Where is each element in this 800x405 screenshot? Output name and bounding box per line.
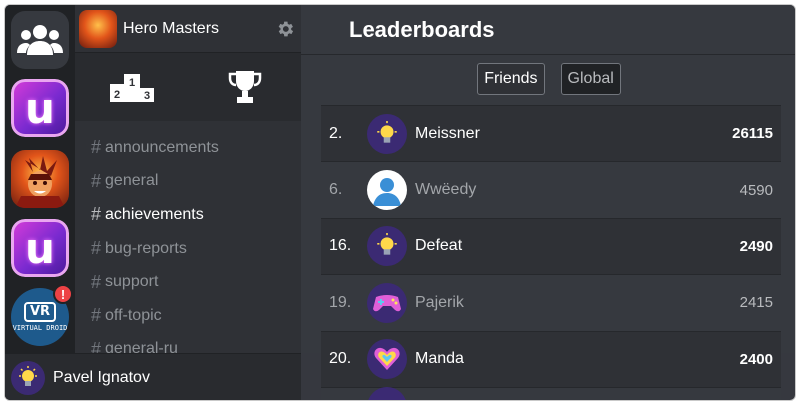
server-header[interactable]: Hero Masters (75, 5, 301, 53)
table-row[interactable]: 19. Pajerik 2415 (321, 274, 781, 331)
table-row[interactable]: 6. Wwëedy 4590 (321, 161, 781, 218)
hash-icon: # (91, 204, 102, 225)
hash-icon: # (91, 137, 102, 158)
scope-toggle: Friends Global (301, 63, 795, 97)
avatar (367, 282, 407, 323)
gamepad-icon (373, 294, 401, 312)
channel-label: off-topic (105, 306, 162, 324)
lightbulb-icon (377, 120, 397, 143)
vr-logo-text: VR (23, 302, 57, 322)
score: 4590 (739, 181, 773, 199)
channel-tabs: 1 2 3 (75, 53, 301, 121)
player-name: Pajerik (415, 293, 464, 311)
main-content: Leaderboards Friends Global 2. Meissner … (301, 5, 795, 400)
notification-badge: ! (53, 284, 73, 304)
hero-masters-logo (11, 150, 69, 208)
player-name: Wwëedy (415, 181, 477, 199)
rank: 19. (329, 293, 352, 311)
server-icon-u-app-2[interactable]: u (11, 219, 69, 277)
u-logo-letter: u (25, 83, 55, 133)
avatar (367, 339, 407, 380)
server-name: Hero Masters (123, 19, 220, 37)
svg-text:1: 1 (128, 77, 134, 89)
default-user-icon (373, 178, 401, 207)
svg-text:3: 3 (143, 90, 149, 102)
channel-item-bug-reports[interactable]: # bug-reports (75, 232, 301, 266)
avatar (11, 361, 45, 395)
channel-item-general[interactable]: # general (75, 165, 301, 199)
tab-trophy[interactable] (188, 53, 301, 121)
trophy-icon (228, 71, 261, 103)
avatar (367, 113, 407, 154)
channel-label: bug-reports (105, 239, 187, 257)
channel-item-achievements[interactable]: # achievements (75, 198, 301, 232)
hash-icon: # (91, 170, 102, 191)
podium-icon: 1 2 3 (109, 74, 154, 102)
channel-label: achievements (105, 205, 204, 223)
rank: 2. (329, 124, 343, 142)
server-avatar (79, 9, 117, 48)
gear-icon[interactable] (275, 19, 295, 39)
player-name: Meissner (415, 124, 480, 142)
channel-item-off-topic[interactable]: # off-topic (75, 299, 301, 333)
server-icon-virtual-droid[interactable]: VR VIRTUAL DROID ! (11, 284, 73, 346)
vr-logo-caption: VIRTUAL DROID (12, 324, 68, 332)
channel-item-announcements[interactable]: # announcements (75, 131, 301, 165)
friends-button[interactable]: Friends (477, 63, 545, 95)
avatar (367, 170, 407, 211)
table-row[interactable]: 2. Meissner 26115 (321, 105, 781, 162)
hero-character-icon (15, 156, 65, 208)
avatar (367, 387, 407, 400)
table-row-partial (321, 386, 781, 400)
tab-leaderboard-podium[interactable]: 1 2 3 (75, 53, 188, 121)
table-row[interactable]: 20. Manda 2400 (321, 330, 781, 387)
people-group-icon (17, 25, 63, 55)
main-header: Leaderboards (301, 5, 795, 55)
hash-icon: # (91, 271, 102, 292)
u-app-logo: u (11, 79, 69, 137)
global-button[interactable]: Global (560, 63, 621, 95)
channel-label: announcements (105, 138, 219, 156)
app-window: u u VR VIRTUAL DROID ! Hero Masters 1 2 … (4, 4, 796, 401)
table-row[interactable]: 16. Defeat 2490 (321, 217, 781, 275)
hash-icon: # (91, 238, 102, 259)
hash-icon: # (91, 305, 102, 326)
heart-icon (374, 348, 400, 371)
score: 2400 (739, 350, 773, 368)
leaderboard-list: 2. Meissner 26115 6. Wwëedy 4590 16. Def… (321, 105, 781, 400)
lightbulb-icon (19, 366, 37, 386)
page-title: Leaderboards (349, 16, 495, 42)
score: 26115 (732, 125, 773, 143)
player-name: Manda (415, 350, 464, 368)
avatar (367, 226, 407, 267)
server-icon-u-app[interactable]: u (11, 79, 69, 137)
rank: 16. (329, 237, 352, 255)
channel-list: # announcements # general # achievements… (75, 131, 301, 366)
user-panel[interactable]: Pavel Ignatov (5, 353, 301, 400)
channel-sidebar: Hero Masters 1 2 3 # announcements # gen… (75, 5, 301, 400)
score: 2415 (739, 294, 773, 312)
svg-text:2: 2 (113, 89, 119, 101)
score: 2490 (739, 237, 773, 255)
rank: 6. (329, 181, 343, 199)
lightbulb-icon (377, 233, 397, 256)
server-icon-hero-masters[interactable] (11, 150, 69, 208)
friends-home-button[interactable] (11, 11, 69, 69)
rank: 20. (329, 350, 352, 368)
user-name: Pavel Ignatov (53, 369, 150, 386)
server-rail: u u VR VIRTUAL DROID ! (5, 5, 75, 400)
channel-label: general (105, 172, 159, 190)
u-app-logo-2: u (11, 219, 69, 277)
channel-label: support (105, 273, 159, 291)
channel-item-support[interactable]: # support (75, 265, 301, 299)
player-name: Defeat (415, 237, 463, 255)
u-logo-letter-2: u (25, 223, 55, 273)
